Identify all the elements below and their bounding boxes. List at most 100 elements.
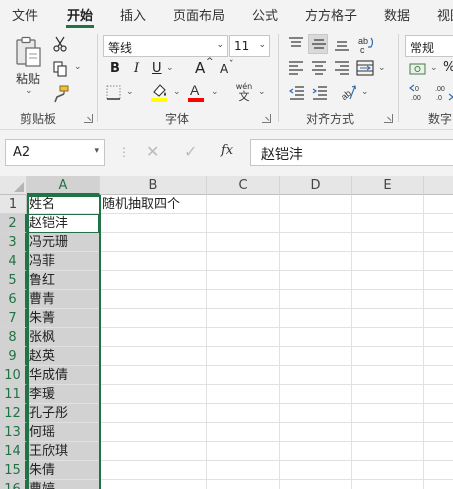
- row-header-12[interactable]: 12: [0, 404, 27, 423]
- cell-f15[interactable]: [424, 461, 453, 480]
- increase-indent-icon[interactable]: [311, 85, 329, 101]
- cell-a8[interactable]: 张枫: [27, 328, 100, 347]
- underline-dropdown-icon[interactable]: ⌄: [166, 63, 174, 73]
- cell-a14[interactable]: 王欣琪: [27, 442, 100, 461]
- font-size-select[interactable]: 11 ⌄: [229, 35, 270, 57]
- cell-d2[interactable]: [280, 214, 352, 233]
- increase-decimal-icon[interactable]: 0 .00: [409, 83, 429, 101]
- formula-input[interactable]: 赵铠沣: [250, 139, 453, 166]
- row-header-15[interactable]: 15: [0, 461, 27, 480]
- column-header-a[interactable]: A: [27, 176, 100, 195]
- cell-a6[interactable]: 曹青: [27, 290, 100, 309]
- font-name-select[interactable]: 等线 ⌄: [103, 35, 228, 57]
- cell-b6[interactable]: [100, 290, 207, 309]
- tab-fangfanggezi[interactable]: 方方格子: [305, 5, 357, 24]
- cell-b7[interactable]: [100, 309, 207, 328]
- cell-e8[interactable]: [352, 328, 424, 347]
- cell-b2[interactable]: [100, 214, 207, 233]
- cell-a7[interactable]: 朱菁: [27, 309, 100, 328]
- row-header-7[interactable]: 7: [0, 309, 27, 328]
- orientation-icon[interactable]: ab: [339, 83, 357, 101]
- cell-a1[interactable]: 姓名: [27, 195, 100, 214]
- cell-f13[interactable]: [424, 423, 453, 442]
- number-format-select[interactable]: 常规: [405, 35, 453, 57]
- cell-d11[interactable]: [280, 385, 352, 404]
- clipboard-launcher-icon[interactable]: [84, 114, 93, 123]
- insert-function-button[interactable]: fx: [221, 143, 233, 158]
- cell-b4[interactable]: [100, 252, 207, 271]
- cell-e16[interactable]: [352, 480, 424, 489]
- row-header-11[interactable]: 11: [0, 385, 27, 404]
- fill-color-icon[interactable]: [150, 82, 168, 102]
- cell-c13[interactable]: [207, 423, 280, 442]
- cell-b15[interactable]: [100, 461, 207, 480]
- align-bottom-icon[interactable]: [333, 36, 351, 52]
- paste-label[interactable]: 粘贴: [16, 70, 40, 87]
- merge-center-icon[interactable]: [356, 60, 374, 76]
- cell-f9[interactable]: [424, 347, 453, 366]
- column-header-b[interactable]: B: [100, 176, 207, 195]
- merge-dropdown-icon[interactable]: ⌄: [378, 63, 386, 73]
- splitter-grip-icon[interactable]: ⋮: [118, 145, 130, 159]
- cell-b13[interactable]: [100, 423, 207, 442]
- accounting-format-icon[interactable]: [409, 61, 427, 77]
- cell-e1[interactable]: [352, 195, 424, 214]
- cell-b5[interactable]: [100, 271, 207, 290]
- cell-d8[interactable]: [280, 328, 352, 347]
- percent-button[interactable]: %: [443, 60, 453, 75]
- font-color-icon[interactable]: A: [187, 82, 205, 102]
- cell-c11[interactable]: [207, 385, 280, 404]
- cell-e7[interactable]: [352, 309, 424, 328]
- cell-f2[interactable]: [424, 214, 453, 233]
- cell-e12[interactable]: [352, 404, 424, 423]
- cell-d5[interactable]: [280, 271, 352, 290]
- fill-color-dropdown-icon[interactable]: ⌄: [173, 87, 181, 97]
- wrap-text-icon[interactable]: ab c: [357, 34, 375, 54]
- column-header-c[interactable]: C: [207, 176, 280, 195]
- tab-home[interactable]: 开始: [67, 5, 93, 24]
- cell-c10[interactable]: [207, 366, 280, 385]
- font-launcher-icon[interactable]: [262, 114, 271, 123]
- shrink-font-button[interactable]: A: [220, 62, 228, 76]
- italic-button[interactable]: I: [134, 61, 139, 76]
- chevron-down-icon[interactable]: ▾: [94, 146, 99, 156]
- row-header-3[interactable]: 3: [0, 233, 27, 252]
- cell-e14[interactable]: [352, 442, 424, 461]
- cell-d15[interactable]: [280, 461, 352, 480]
- cell-f1[interactable]: [424, 195, 453, 214]
- row-header-9[interactable]: 9: [0, 347, 27, 366]
- column-header-e[interactable]: E: [352, 176, 424, 195]
- cell-f16[interactable]: [424, 480, 453, 489]
- column-header-d[interactable]: D: [280, 176, 352, 195]
- copy-dropdown-icon[interactable]: ⌄: [74, 62, 82, 72]
- cell-d12[interactable]: [280, 404, 352, 423]
- row-header-2[interactable]: 2: [0, 214, 27, 233]
- cell-a4[interactable]: 冯菲: [27, 252, 100, 271]
- cell-d1[interactable]: [280, 195, 352, 214]
- cell-d4[interactable]: [280, 252, 352, 271]
- border-icon[interactable]: [105, 84, 121, 100]
- alignment-launcher-icon[interactable]: [384, 114, 393, 123]
- cell-e10[interactable]: [352, 366, 424, 385]
- align-left-icon[interactable]: [287, 60, 305, 76]
- cell-c1[interactable]: [207, 195, 280, 214]
- cell-d3[interactable]: [280, 233, 352, 252]
- cell-f11[interactable]: [424, 385, 453, 404]
- cell-c12[interactable]: [207, 404, 280, 423]
- select-all-corner[interactable]: [0, 176, 27, 195]
- cell-b12[interactable]: [100, 404, 207, 423]
- phonetic-dropdown-icon[interactable]: ⌄: [258, 87, 266, 97]
- cell-e11[interactable]: [352, 385, 424, 404]
- column-header-overflow[interactable]: [424, 176, 453, 195]
- cell-d7[interactable]: [280, 309, 352, 328]
- tab-file[interactable]: 文件: [12, 5, 38, 24]
- row-header-5[interactable]: 5: [0, 271, 27, 290]
- cell-a13[interactable]: 何瑶: [27, 423, 100, 442]
- row-header-16[interactable]: 16: [0, 480, 27, 489]
- accounting-dropdown-icon[interactable]: ⌄: [430, 63, 438, 73]
- cell-d16[interactable]: [280, 480, 352, 489]
- cell-a12[interactable]: 孔子彤: [27, 404, 100, 423]
- enter-check-icon[interactable]: ✓: [184, 142, 197, 161]
- cancel-icon[interactable]: ✕: [146, 142, 159, 161]
- cell-b11[interactable]: [100, 385, 207, 404]
